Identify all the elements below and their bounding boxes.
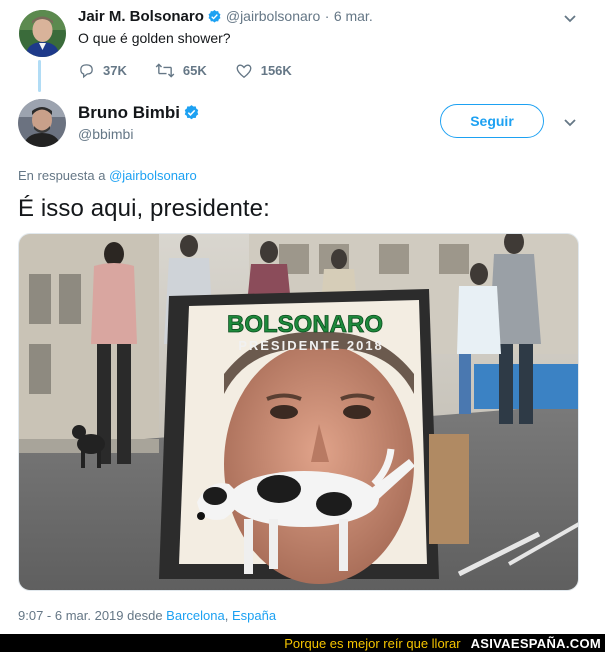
tweet1-date[interactable]: 6 mar. bbox=[334, 8, 373, 24]
location-country-link[interactable]: España bbox=[232, 608, 276, 623]
reply-button[interactable]: 37K bbox=[78, 62, 127, 79]
retweet-button[interactable]: 65K bbox=[155, 62, 207, 79]
reply-context: En respuesta a @jairbolsonaro bbox=[18, 168, 197, 183]
footer-tagline: Porque es mejor reír que llorar bbox=[284, 635, 461, 651]
tweet1-author-name[interactable]: Jair M. Bolsonaro bbox=[78, 8, 204, 25]
tweet2-handle[interactable]: @bbimbi bbox=[78, 126, 133, 142]
tweet-image[interactable]: BOLSONARO PRESIDENTE 2018 bbox=[18, 233, 579, 591]
tweet1-header: Jair M. Bolsonaro @jairbolsonaro · 6 mar. bbox=[78, 8, 373, 29]
tweet2-header: Bruno Bimbi bbox=[78, 103, 204, 126]
tweet-photo: BOLSONARO PRESIDENTE 2018 bbox=[19, 234, 578, 590]
footer-brand: ASIVAESPAÑA.COM bbox=[470, 635, 601, 651]
chevron-down-icon[interactable] bbox=[562, 114, 578, 130]
retweet-icon bbox=[155, 62, 175, 78]
reply-to-link[interactable]: @jairbolsonaro bbox=[109, 168, 197, 183]
location-separator: , bbox=[224, 608, 229, 623]
avatar-jairbolsonaro[interactable] bbox=[19, 10, 66, 57]
like-count: 156K bbox=[260, 62, 292, 78]
chevron-down-icon[interactable] bbox=[562, 10, 578, 26]
watermark-footer: Porque es mejor reír que llorar ASIVAESP… bbox=[0, 634, 605, 652]
heart-icon bbox=[236, 63, 252, 78]
follow-button[interactable]: Seguir bbox=[440, 104, 544, 138]
reply-icon bbox=[80, 63, 93, 78]
verified-badge-icon bbox=[183, 104, 200, 126]
tweet1-separator: · bbox=[324, 8, 330, 24]
thread-connector-line bbox=[38, 60, 41, 92]
tweet1-text: O que é golden shower? bbox=[78, 30, 231, 46]
tweet1-handle[interactable]: @jairbolsonaro bbox=[226, 8, 320, 24]
tweet2-timestamp[interactable]: 9:07 - 6 mar. 2019 desde bbox=[18, 608, 163, 623]
tweet2-meta: 9:07 - 6 mar. 2019 desde Barcelona, Espa… bbox=[18, 608, 276, 623]
tweet1-actions: 37K 65K 156K bbox=[78, 60, 320, 80]
tweet2-author-name[interactable]: Bruno Bimbi bbox=[78, 103, 180, 122]
reply-prefix: En respuesta a bbox=[18, 168, 106, 183]
tweet2-text: É isso aqui, presidente: bbox=[18, 195, 270, 222]
like-button[interactable]: 156K bbox=[235, 62, 292, 79]
verified-badge-icon bbox=[207, 9, 222, 29]
retweet-count: 65K bbox=[182, 62, 207, 78]
poster-title: BOLSONARO bbox=[227, 311, 383, 338]
location-city-link[interactable]: Barcelona bbox=[166, 608, 225, 623]
reply-count: 37K bbox=[103, 62, 127, 78]
avatar-bbimbi[interactable] bbox=[18, 99, 66, 147]
poster-subtitle: PRESIDENTE 2018 bbox=[238, 338, 384, 353]
